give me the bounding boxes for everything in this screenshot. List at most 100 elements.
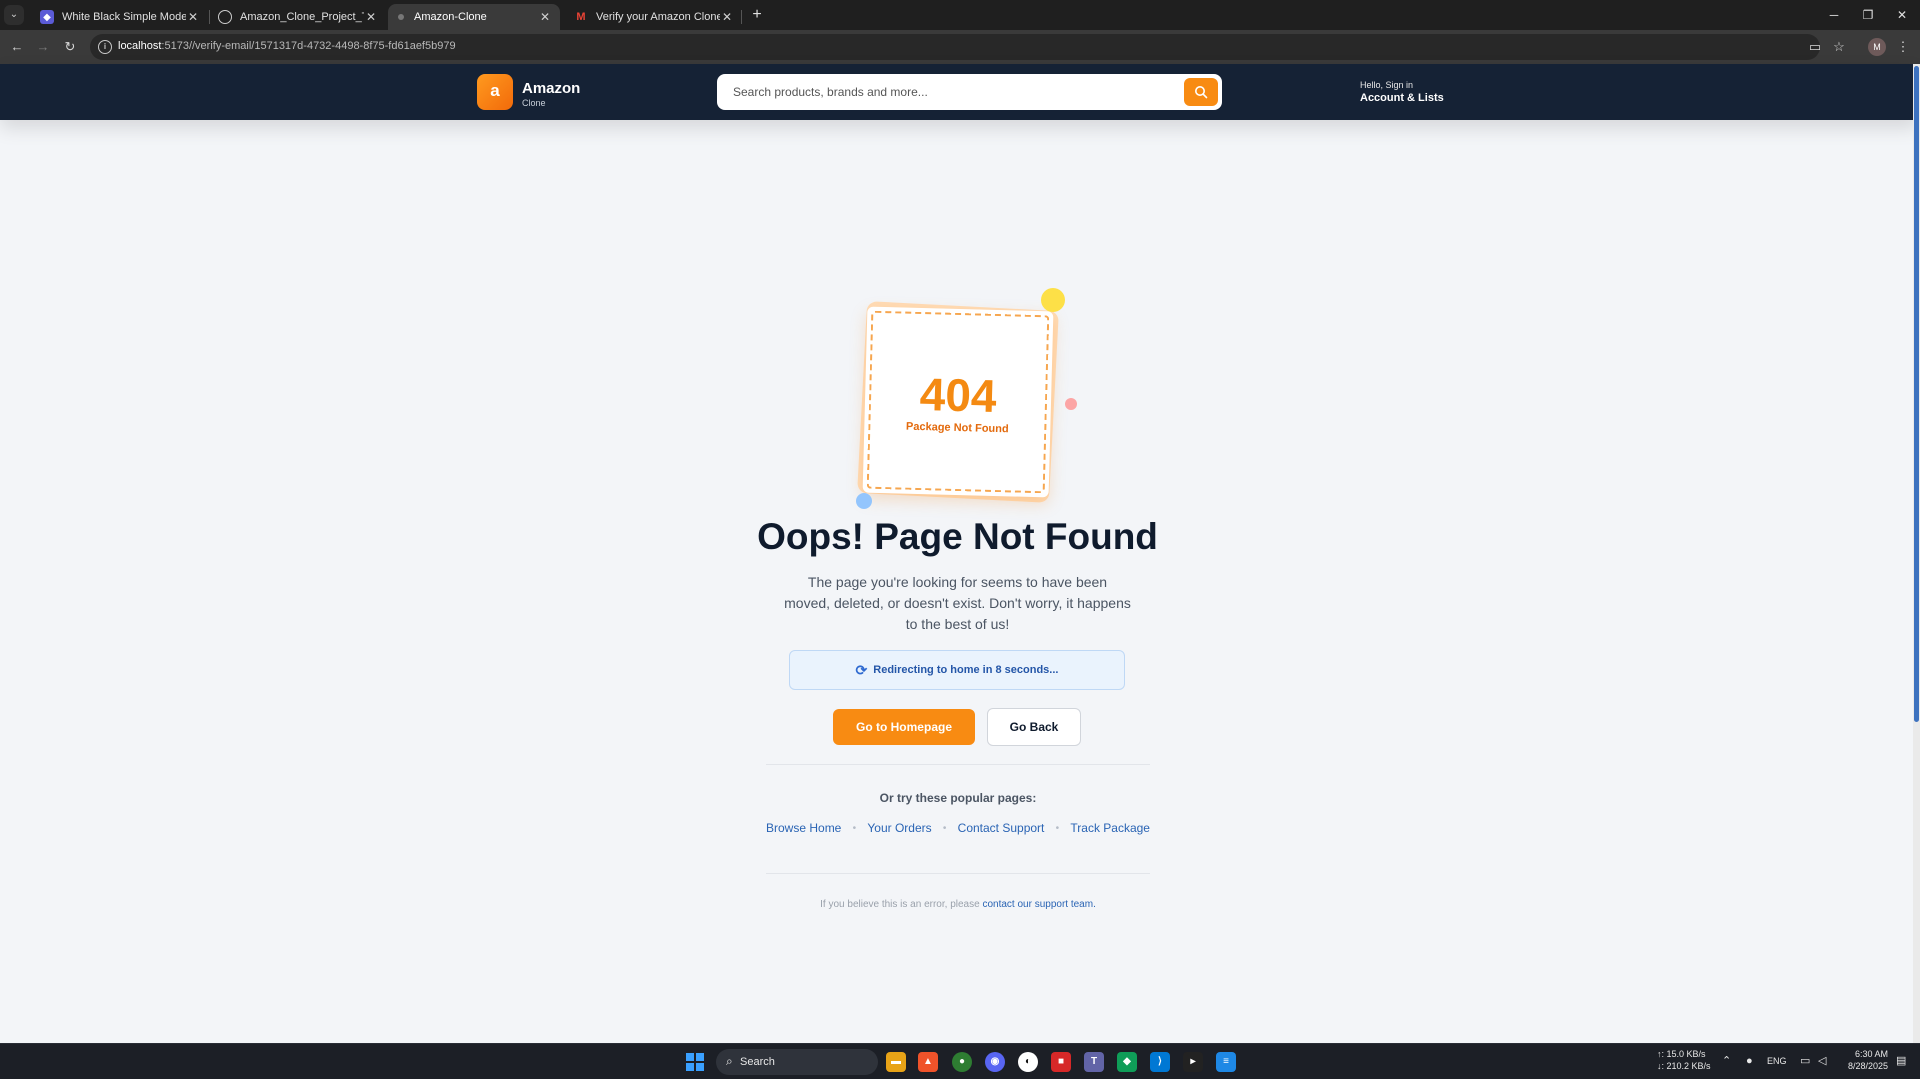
url-path: :5173//verify-email/1571317d-4732-4498-8… xyxy=(161,40,456,52)
discord-icon[interactable]: ◉ xyxy=(985,1052,1005,1072)
red-app-icon[interactable]: ■ xyxy=(1051,1052,1071,1072)
package-card-border: 404 Package Not Found xyxy=(866,310,1050,494)
gmail-icon: M xyxy=(576,11,586,23)
site-header: a Amazon Clone Hello, Sign in Account & … xyxy=(0,64,1918,120)
search-input[interactable] xyxy=(733,74,1173,110)
reload-icon[interactable]: ↻ xyxy=(61,38,79,56)
site-info-icon[interactable]: i xyxy=(98,40,112,54)
taskbar-search[interactable]: ⌕ Search xyxy=(716,1049,878,1075)
volume-icon[interactable]: ◁ xyxy=(1818,1054,1826,1068)
support-team-link[interactable]: contact our support team. xyxy=(982,899,1095,910)
link-separator: • xyxy=(942,822,947,834)
decorative-dot-pink xyxy=(1065,398,1077,410)
vscode-icon[interactable]: ⟩ xyxy=(1150,1052,1170,1072)
network-icon[interactable]: ▭ xyxy=(1800,1054,1810,1068)
account-greeting: Hello, Sign in xyxy=(1360,80,1414,90)
back-icon[interactable]: ← xyxy=(8,38,26,56)
page-description: The page you're looking for seems to hav… xyxy=(784,574,1131,632)
link-separator: • xyxy=(1055,822,1060,834)
address-bar[interactable]: i localhost:5173//verify-email/1571317d-… xyxy=(90,34,1820,60)
install-app-icon[interactable]: ▭ xyxy=(1806,38,1824,56)
tab-separator xyxy=(741,10,742,24)
clock[interactable]: 6:30 AM 8/28/2025 xyxy=(1840,1048,1888,1072)
globe-icon xyxy=(218,10,232,24)
bookmark-star-icon[interactable]: ☆ xyxy=(1830,38,1848,56)
visual-studio-icon[interactable]: ◆ xyxy=(1117,1052,1137,1072)
profile-avatar[interactable]: M xyxy=(1868,38,1886,56)
go-back-button[interactable]: Go Back xyxy=(987,708,1081,746)
close-tab-icon[interactable]: ✕ xyxy=(538,10,552,24)
notepad-icon[interactable]: ≡ xyxy=(1216,1052,1236,1072)
restore-icon[interactable]: ❐ xyxy=(1853,4,1883,26)
chevron-up-icon[interactable]: ⌃ xyxy=(1722,1054,1731,1068)
teams-icon[interactable]: T xyxy=(1084,1052,1104,1072)
popular-links: Browse Home • Your Orders • Contact Supp… xyxy=(766,821,1150,835)
close-tab-icon[interactable]: ✕ xyxy=(364,10,378,24)
redirect-notice: ⟳ Redirecting to home in 8 seconds... xyxy=(789,650,1125,690)
download-speed: ↓: 210.2 KB/s xyxy=(1657,1061,1711,1071)
microphone-icon[interactable]: ● xyxy=(1746,1054,1753,1068)
logo-title[interactable]: Amazon xyxy=(522,80,580,97)
link-contact-support[interactable]: Contact Support xyxy=(958,821,1045,835)
decorative-dot-yellow xyxy=(1041,288,1065,312)
url-text[interactable]: localhost:5173//verify-email/1571317d-47… xyxy=(118,40,456,52)
error-footnote: If you believe this is an error, please … xyxy=(700,899,1216,910)
taskbar-search-label: Search xyxy=(740,1056,775,1068)
site-favicon xyxy=(398,14,404,20)
link-browse-home[interactable]: Browse Home xyxy=(766,821,841,835)
tab-label: Amazon-Clone xyxy=(414,11,487,23)
account-menu[interactable]: Hello, Sign in Account & Lists xyxy=(1360,80,1444,104)
redirect-text: Redirecting to home in 8 seconds... xyxy=(873,664,1059,676)
shield-app-icon: ◆ xyxy=(40,10,54,24)
app-icon[interactable]: ◐ xyxy=(1018,1052,1038,1072)
error-code: 404 xyxy=(919,368,998,422)
footnote-text: If you believe this is an error, please xyxy=(820,899,980,910)
link-your-orders[interactable]: Your Orders xyxy=(867,821,931,835)
logo-icon[interactable]: a xyxy=(477,74,513,110)
file-explorer-icon[interactable]: ▬ xyxy=(886,1052,906,1072)
close-tab-icon[interactable]: ✕ xyxy=(186,10,200,24)
upload-speed: ↑: 15.0 KB/s xyxy=(1657,1049,1706,1059)
page-scrollbar-thumb[interactable] xyxy=(1914,66,1919,722)
clock-time: 6:30 AM xyxy=(1854,1049,1888,1059)
tab-label: White Black Simple Modern Te xyxy=(62,11,186,23)
browser-tab-active[interactable]: Amazon-Clone ✕ xyxy=(388,4,560,30)
browser-tab[interactable]: Amazon_Clone_Project_Tasks.p ✕ xyxy=(208,4,386,30)
network-speed: ↑: 15.0 KB/s ↓: 210.2 KB/s xyxy=(1657,1048,1711,1072)
tab-label: Verify your Amazon Clone acco xyxy=(596,11,720,23)
divider xyxy=(766,764,1150,765)
close-tab-icon[interactable]: ✕ xyxy=(720,10,734,24)
go-to-homepage-button[interactable]: Go to Homepage xyxy=(833,709,975,745)
refresh-icon: ⟳ xyxy=(855,661,868,678)
browser-tab[interactable]: M Verify your Amazon Clone acco ✕ xyxy=(564,4,742,30)
tab-label: Amazon_Clone_Project_Tasks.p xyxy=(240,11,364,23)
browser-tab[interactable]: ◆ White Black Simple Modern Te ✕ xyxy=(30,4,208,30)
tab-search-menu-icon[interactable]: ⌄ xyxy=(4,5,24,25)
minimize-icon[interactable]: ─ xyxy=(1819,4,1849,26)
windows-start-icon[interactable] xyxy=(686,1053,704,1071)
browser-tabstrip: ⌄ ◆ White Black Simple Modern Te ✕ Amazo… xyxy=(0,0,1920,30)
decorative-dot-blue xyxy=(856,493,872,509)
os-taskbar: ⌕ Search ▬ ▲ ● ◉ ◐ ■ T ◆ ⟩ ▸ ≡ ↑: 15.0 K… xyxy=(0,1043,1920,1079)
close-window-icon[interactable]: ✕ xyxy=(1887,4,1917,26)
link-separator: • xyxy=(852,822,857,834)
package-card: 404 Package Not Found xyxy=(862,306,1054,498)
browser-menu-icon[interactable]: ⋮ xyxy=(1894,38,1912,56)
search-icon xyxy=(1195,86,1208,99)
forward-icon[interactable]: → xyxy=(34,38,52,56)
search-button[interactable] xyxy=(1184,78,1218,106)
error-caption: Package Not Found xyxy=(905,420,1009,436)
clock-date: 8/28/2025 xyxy=(1847,1061,1888,1071)
divider xyxy=(766,873,1150,874)
new-tab-icon[interactable]: + xyxy=(747,5,767,25)
terminal-icon[interactable]: ▸ xyxy=(1183,1052,1203,1072)
search-bar xyxy=(717,74,1222,110)
page-title: Oops! Page Not Found xyxy=(757,516,1158,557)
notifications-icon[interactable]: ▤ xyxy=(1896,1054,1906,1068)
link-track-package[interactable]: Track Package xyxy=(1070,821,1150,835)
url-host: localhost xyxy=(118,40,162,52)
search-icon: ⌕ xyxy=(726,1054,733,1068)
language-indicator[interactable]: ENG xyxy=(1767,1054,1787,1068)
brave-browser-icon[interactable]: ▲ xyxy=(918,1052,938,1072)
chrome-icon[interactable]: ● xyxy=(952,1052,972,1072)
